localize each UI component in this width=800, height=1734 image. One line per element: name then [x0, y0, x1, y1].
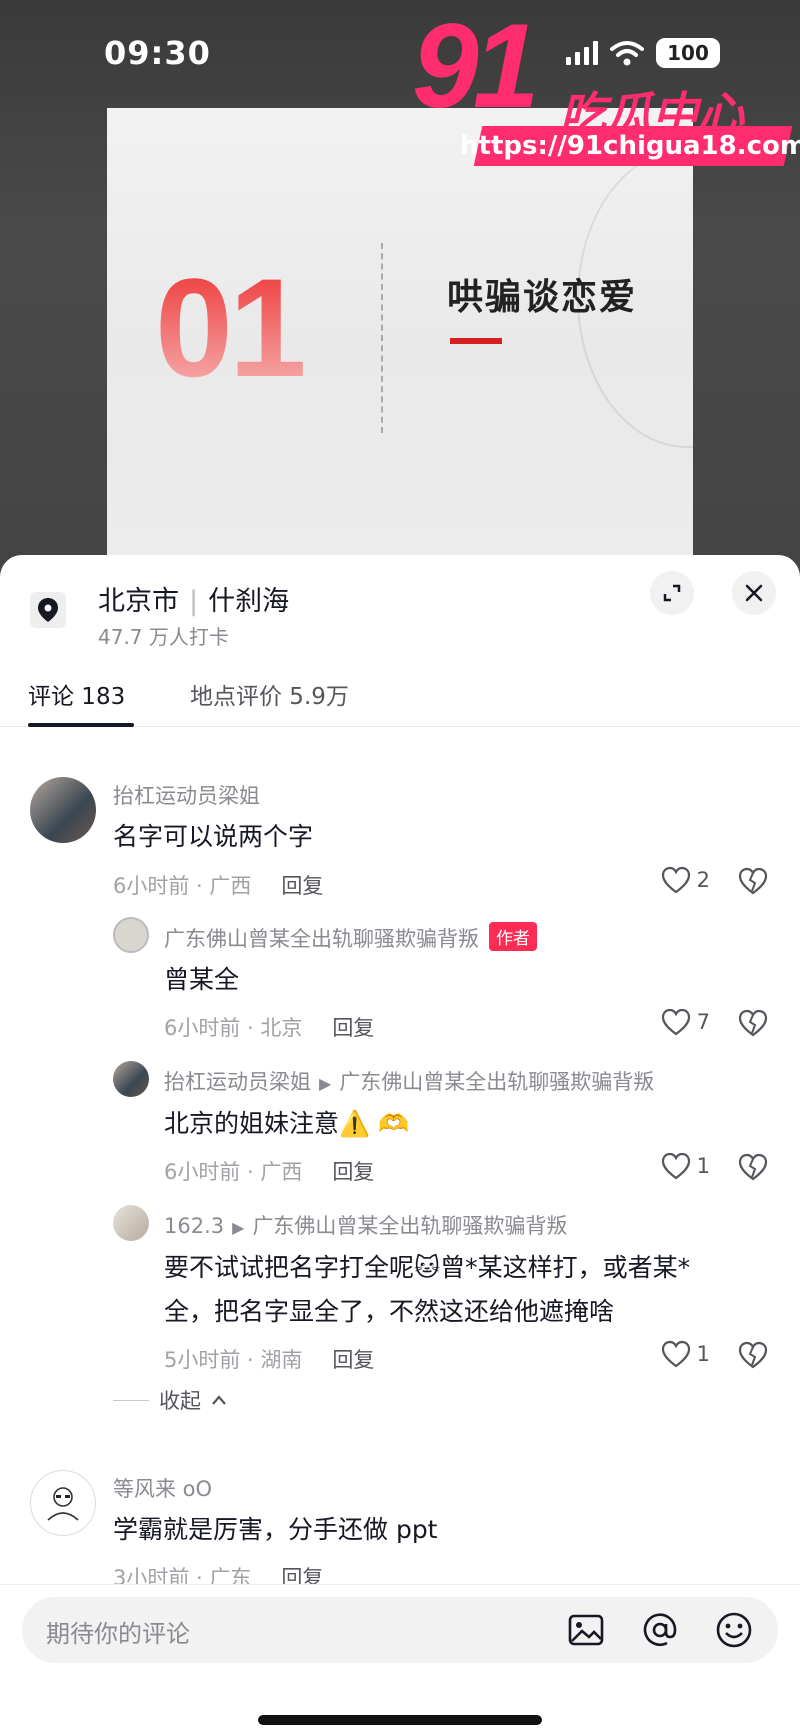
- comment-input-placeholder: 期待你的评论: [46, 1620, 190, 1648]
- avatar[interactable]: [113, 917, 149, 953]
- reply-arrow-icon: ▶: [319, 1074, 332, 1093]
- comment-username[interactable]: 162.3 ▶ 广东佛山曾某全出轨聊骚欺骗背叛: [164, 1210, 567, 1240]
- avatar[interactable]: [113, 1205, 149, 1241]
- like-count: 7: [696, 1010, 710, 1034]
- comment-text: 要不试试把名字打全呢🐱曾*某这样打，或者某*: [164, 1253, 691, 1282]
- watermark-url: https://91chigua18.com: [460, 126, 800, 166]
- comment-meta: 5小时前 · 湖南 回复: [164, 1348, 375, 1372]
- comment-text: 北京的姐妹注意⚠️ 🫶: [164, 1109, 410, 1138]
- heart-icon: [661, 866, 690, 894]
- collapse-line: [113, 1399, 149, 1401]
- comment-meta: 6小时前 · 北京 回复: [164, 1016, 375, 1040]
- tab-place-reviews[interactable]: 地点评价 5.9万: [190, 677, 349, 711]
- dislike-icon[interactable]: [738, 867, 768, 895]
- slide-number: 01: [155, 249, 307, 406]
- battery-icon: 100: [656, 38, 720, 68]
- heart-icon: [661, 1340, 690, 1368]
- comment-text: 名字可以说两个字: [113, 822, 314, 851]
- avatar[interactable]: [30, 777, 96, 843]
- dislike-icon[interactable]: [738, 1009, 768, 1037]
- tab-comments[interactable]: 评论 183: [28, 677, 125, 711]
- sketch-avatar-icon: [47, 1487, 79, 1521]
- like-count: 2: [696, 868, 710, 892]
- expand-icon: [663, 584, 681, 602]
- tab-bar: 评论 183 地点评价 5.9万: [0, 665, 800, 727]
- active-tab-indicator: [28, 723, 134, 727]
- avatar[interactable]: [30, 1470, 96, 1536]
- comment-username[interactable]: 抬杠运动员梁姐 ▶ 广东佛山曾某全出轨聊骚欺骗背叛: [164, 1066, 654, 1096]
- expand-button[interactable]: [650, 571, 694, 615]
- comment-username[interactable]: 广东佛山曾某全出轨聊骚欺骗背叛 作者: [164, 922, 537, 953]
- reply-button[interactable]: 回复: [332, 1160, 374, 1184]
- home-indicator: [258, 1715, 542, 1725]
- like-button[interactable]: 1: [661, 1340, 710, 1368]
- reply-button[interactable]: 回复: [281, 874, 323, 898]
- comment-username[interactable]: 抬杠运动员梁姐: [113, 780, 260, 810]
- comment-input[interactable]: 期待你的评论: [22, 1597, 778, 1663]
- author-badge: 作者: [489, 922, 537, 951]
- like-button[interactable]: 1: [661, 1152, 710, 1180]
- chevron-up-icon: [212, 1395, 226, 1405]
- mention-icon[interactable]: [640, 1610, 680, 1650]
- slide-divider: [381, 243, 383, 433]
- collapse-replies-button[interactable]: 收起: [113, 1385, 227, 1415]
- location-pin-icon: [30, 592, 66, 628]
- like-button[interactable]: 2: [661, 866, 710, 894]
- watermark-number: 91: [412, 0, 540, 133]
- slide-accent-bar: [450, 338, 502, 344]
- like-button[interactable]: 7: [661, 1008, 710, 1036]
- close-icon: [745, 584, 763, 602]
- wifi-icon: [610, 41, 644, 66]
- emoji-icon[interactable]: [714, 1610, 754, 1650]
- comment-text: 学霸就是厉害，分手还做 ppt: [113, 1515, 438, 1544]
- image-icon[interactable]: [566, 1610, 606, 1650]
- comment-username[interactable]: 等风来 oO: [113, 1473, 212, 1503]
- signal-icon: [566, 41, 598, 65]
- location-title[interactable]: 北京市 | 什刹海: [98, 579, 289, 618]
- like-count: 1: [696, 1342, 710, 1366]
- dislike-icon[interactable]: [738, 1341, 768, 1369]
- avatar[interactable]: [113, 1061, 149, 1097]
- status-time: 09:30: [104, 34, 211, 72]
- like-count: 1: [696, 1154, 710, 1178]
- reply-button[interactable]: 回复: [332, 1348, 374, 1372]
- reply-arrow-icon: ▶: [232, 1218, 245, 1237]
- heart-icon: [661, 1152, 690, 1180]
- dislike-icon[interactable]: [738, 1153, 768, 1181]
- slide-title: 哄骗谈恋爱: [447, 277, 638, 318]
- checkin-count: 47.7 万人打卡: [98, 625, 229, 649]
- comment-text-continued: 全，把名字显全了，不然这还给他遮掩啥: [164, 1297, 615, 1326]
- comment-meta: 6小时前 · 广西 回复: [164, 1160, 375, 1184]
- close-button[interactable]: [732, 571, 776, 615]
- post-image[interactable]: 01 哄骗谈恋爱: [107, 108, 693, 580]
- reply-button[interactable]: 回复: [332, 1016, 374, 1040]
- heart-icon: [661, 1008, 690, 1036]
- comment-text: 曾某全: [164, 965, 240, 994]
- comment-meta: 6小时前 · 广西 回复: [113, 874, 324, 898]
- comment-input-bar: 期待你的评论: [0, 1584, 800, 1734]
- status-icons: 100: [566, 38, 720, 68]
